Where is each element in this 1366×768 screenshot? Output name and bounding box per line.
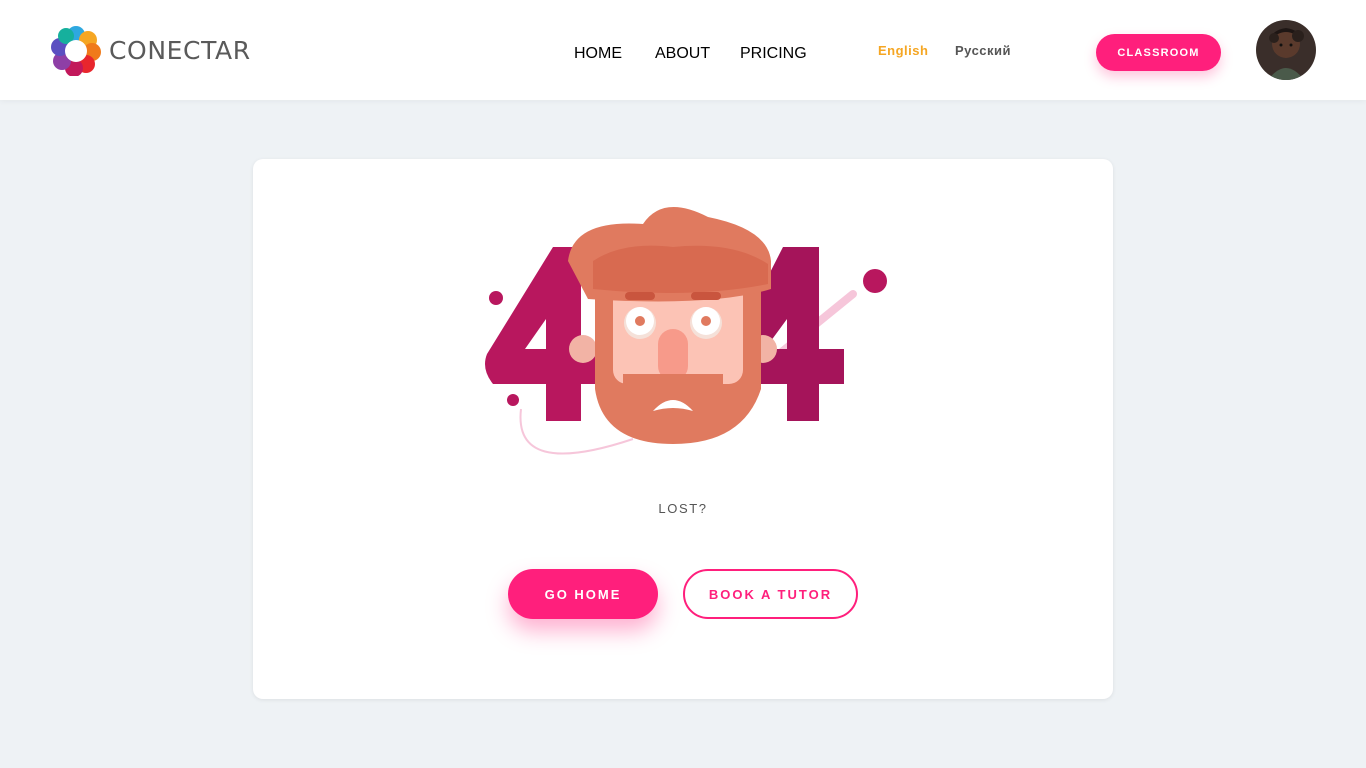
book-tutor-button[interactable]: BOOK A TUTOR [683,569,858,619]
brand-logo[interactable]: CONECTAR [50,24,251,76]
404-illustration [485,207,887,455]
classroom-button[interactable]: CLASSROOM [1096,34,1221,71]
error-message: LOST? [658,501,708,516]
nav-home[interactable]: HOME [574,45,622,63]
brand-name: CONECTAR [109,35,251,65]
go-home-button[interactable]: GO HOME [508,569,658,619]
user-avatar[interactable] [1256,20,1316,80]
language-russian[interactable]: Русский [955,43,1011,58]
top-navigation-bar: CONECTAR HOME ABOUT PRICING English Русс… [0,0,1366,100]
conectar-logo-icon [51,26,101,76]
nav-pricing[interactable]: PRICING [740,45,807,63]
error-card: LOST? GO HOME BOOK A TUTOR [253,159,1113,699]
nav-about[interactable]: ABOUT [655,45,710,63]
language-english[interactable]: English [878,43,928,58]
